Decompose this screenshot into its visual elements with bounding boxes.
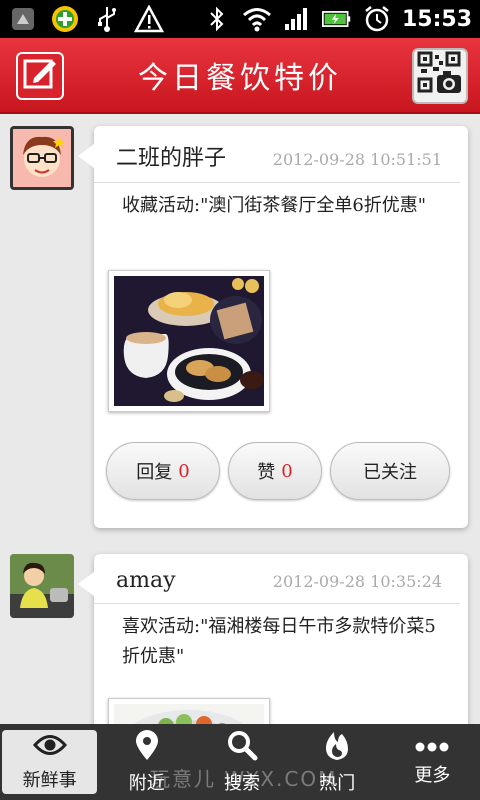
watermark: 玩意儿 WYX.COM bbox=[150, 767, 338, 791]
follow-button[interactable]: 已关注 bbox=[330, 442, 450, 500]
search-icon bbox=[226, 729, 258, 765]
app-header: 今日餐饮特价 bbox=[0, 38, 480, 114]
post-card[interactable]: amay 2012-09-28 10:35:24 喜欢活动:"福湘楼每日午市多款… bbox=[78, 554, 468, 724]
reply-button[interactable]: 回复 0 bbox=[106, 442, 220, 500]
like-label: 赞 bbox=[257, 462, 276, 483]
reply-label: 回复 bbox=[136, 462, 173, 483]
battery-charging-icon bbox=[321, 5, 352, 33]
flame-icon bbox=[323, 729, 351, 765]
like-button[interactable]: 赞 0 bbox=[228, 442, 322, 500]
nav-label: 更多 bbox=[414, 764, 451, 786]
follow-label: 已关注 bbox=[363, 462, 417, 483]
bottom-nav: 新鲜事 附近 搜索 热门 更多 玩意儿 WYX.COM bbox=[0, 724, 480, 800]
post-header: amay 2012-09-28 10:35:24 bbox=[94, 554, 460, 604]
signal-icon bbox=[282, 5, 312, 33]
post-header: 二班的胖子 2012-09-28 10:51:51 bbox=[94, 126, 460, 183]
location-pin-icon bbox=[134, 729, 160, 765]
compose-button[interactable] bbox=[16, 52, 64, 100]
post-photo[interactable] bbox=[108, 698, 270, 724]
status-bar: 15:53 bbox=[0, 0, 480, 38]
page-title: 今日餐饮特价 bbox=[138, 61, 342, 96]
nav-item-news[interactable]: 新鲜事 bbox=[2, 730, 98, 794]
feed-item: 二班的胖子 2012-09-28 10:51:51 收藏活动:"澳门街茶餐厅全单… bbox=[0, 114, 480, 544]
username[interactable]: amay bbox=[116, 568, 176, 593]
post-text: 喜欢活动:"福湘楼每日午市多款特价菜5折优惠" bbox=[122, 616, 436, 667]
bluetooth-icon bbox=[202, 5, 232, 33]
avatar[interactable] bbox=[10, 554, 74, 618]
post-photo[interactable] bbox=[108, 270, 270, 412]
post-actions: 回复 0 赞 0 已关注 bbox=[106, 442, 450, 500]
feed-item: amay 2012-09-28 10:35:24 喜欢活动:"福湘楼每日午市多款… bbox=[0, 550, 480, 724]
avatar[interactable] bbox=[10, 126, 74, 190]
nav-label: 新鲜事 bbox=[22, 770, 77, 791]
app-notification-icon bbox=[8, 5, 38, 33]
usb-icon bbox=[92, 5, 122, 33]
post-card[interactable]: 二班的胖子 2012-09-28 10:51:51 收藏活动:"澳门街茶餐厅全单… bbox=[78, 126, 468, 528]
warning-icon bbox=[134, 5, 164, 33]
more-dots-icon bbox=[414, 738, 450, 757]
feed-list[interactable]: 二班的胖子 2012-09-28 10:51:51 收藏活动:"澳门街茶餐厅全单… bbox=[0, 114, 480, 724]
like-count: 0 bbox=[281, 460, 293, 482]
wifi-icon bbox=[242, 5, 272, 33]
eye-icon bbox=[32, 732, 67, 762]
post-text: 收藏活动:"澳门街茶餐厅全单6折优惠" bbox=[122, 195, 427, 216]
nav-item-more[interactable]: 更多 bbox=[385, 724, 480, 800]
username[interactable]: 二班的胖子 bbox=[116, 140, 226, 172]
post-time: 2012-09-28 10:51:51 bbox=[272, 150, 442, 169]
security-plus-icon bbox=[50, 5, 80, 33]
clock-time: 15:53 bbox=[401, 6, 472, 32]
qr-camera-icon bbox=[417, 51, 463, 101]
reply-count: 0 bbox=[178, 460, 190, 482]
qr-scan-button[interactable] bbox=[412, 48, 468, 104]
post-time: 2012-09-28 10:35:24 bbox=[272, 572, 442, 591]
alarm-icon bbox=[362, 5, 392, 33]
compose-icon bbox=[22, 56, 58, 96]
